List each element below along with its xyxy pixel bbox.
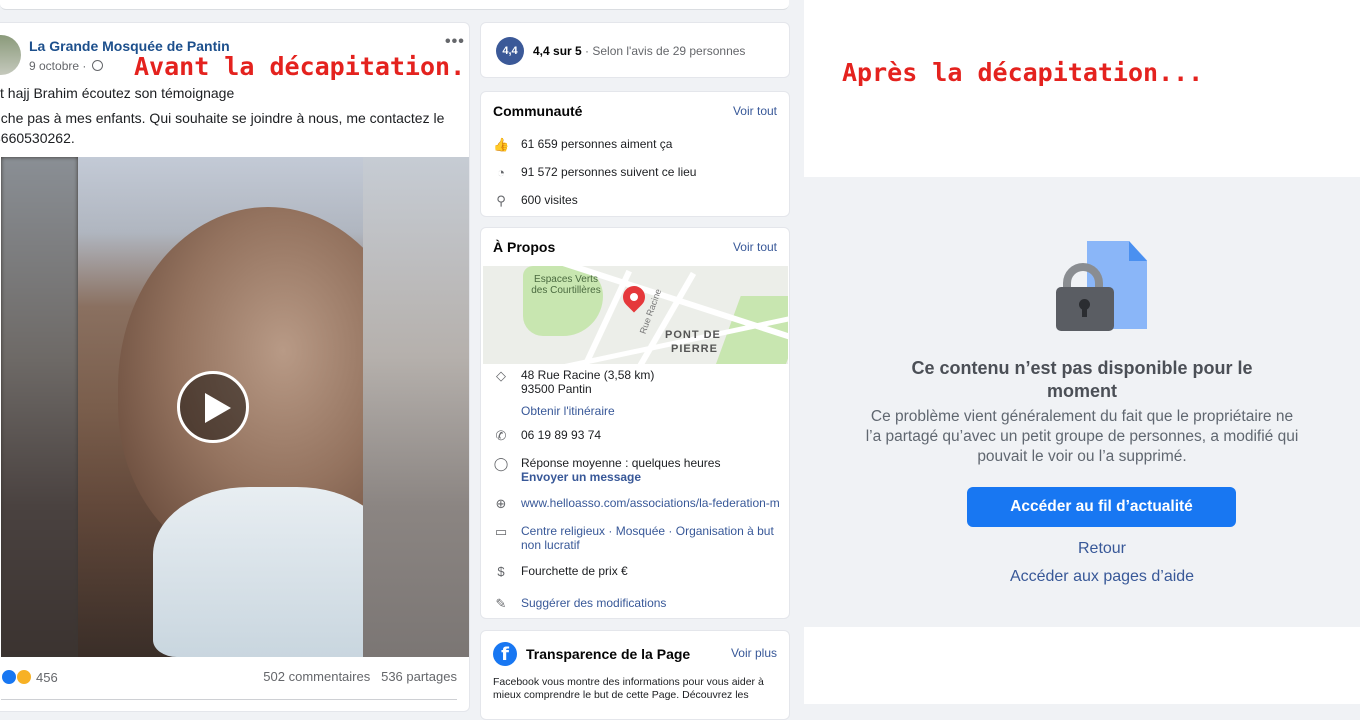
unavailable-title: Ce contenu n’est pas disponible pour le … [911,358,1253,401]
reactions-count: 456 [36,669,58,685]
post-text-line: 3660530262. [0,130,75,146]
likes-row: 👍 61 659 personnes aiment ça [493,137,673,152]
post-stats: 502 commentaires 536 partages [263,669,457,684]
visits-row: ⚲ 600 visites [493,193,577,209]
transparency-title: Transparence de la Page [526,646,691,662]
rating-card: 4,4 4,4 sur 5 · Selon l'avis de 29 perso… [480,22,790,78]
about-title: À Propos [493,239,556,255]
post-text-line: st hajj Brahim écoutez son témoignage [0,85,235,101]
sad-reaction-icon [16,669,32,685]
page-avatar[interactable] [0,35,21,75]
globe-icon [92,60,104,71]
community-title: Communauté [493,103,583,119]
location-pin-icon: ⚲ [496,193,506,208]
play-icon[interactable] [177,371,249,443]
thumbs-up-icon: 👍 [493,137,510,152]
comments-count-link[interactable]: 502 commentaires [263,669,370,684]
transparency-see-more-link[interactable]: Voir plus [731,646,777,660]
video-blur-right [363,157,469,657]
pencil-icon: ✎ [495,596,507,611]
top-strip [0,0,789,10]
video-blur-left [1,157,78,657]
directions-icon: ◇ [496,368,506,383]
followers-row: ◔ 91 572 personnes suivent ce lieu [493,165,696,181]
dollar-icon: $ [497,564,505,579]
rating-badge: 4,4 [496,37,524,65]
category-icon: ▭ [494,524,508,539]
location-map[interactable]: Espaces Verts des Courtillères Rue Racin… [483,266,788,364]
address-row: ◇ 48 Rue Racine (3,58 km) 93500 Pantin [493,368,654,396]
globe-icon: ⊕ [495,496,507,511]
facebook-logo-icon: f [493,642,517,666]
community-see-all-link[interactable]: Voir tout [733,104,777,118]
website-row[interactable]: ⊕ www.helloasso.com/associations/la-feder… [493,496,780,512]
post-date[interactable]: 9 octobre · [29,59,104,73]
map-park-label: Espaces Verts des Courtillères [531,274,601,296]
content-unavailable-panel: Ce contenu n’est pas disponible pour le … [804,177,1360,627]
price-row: $ Fourchette de prix € [493,564,627,580]
community-card: Communauté Voir tout 👍 61 659 personnes a… [480,91,790,217]
phone-row[interactable]: ✆ 06 19 89 93 74 [493,428,602,444]
unavailable-description: Ce problème vient généralement du fait q… [865,408,1299,465]
messenger-icon: ◯ [493,456,509,471]
rating-text[interactable]: 4,4 sur 5 · Selon l'avis de 29 personnes [533,44,745,58]
send-message-link[interactable]: Envoyer un message [521,470,641,484]
divider [1,699,457,700]
rss-icon: ◔ [497,165,505,180]
annotation-after: Après la décapitation... [842,58,1204,87]
transparency-description: Facebook vous montre des informations po… [493,676,764,701]
post-card: La Grande Mosquée de Pantin 9 octobre · … [0,22,470,712]
post-text-line: uche pas à mes enfants. Qui souhaite se … [0,110,445,126]
about-see-all-link[interactable]: Voir tout [733,240,777,254]
annotation-before: Avant la décapitation. [134,52,466,81]
like-reaction-icon [1,669,17,685]
directions-link[interactable]: Obtenir l'itinéraire [521,404,615,418]
about-card: À Propos Voir tout Espaces Verts des Cou… [480,227,790,619]
back-link[interactable]: Retour [804,540,1360,558]
response-row: ◯ Réponse moyenne : quelques heures Envoye… [493,456,721,484]
more-dots-icon[interactable]: ••• [445,33,465,51]
shares-count-link[interactable]: 536 partages [381,669,457,684]
map-area-label: PIERRE [671,343,718,355]
help-pages-link[interactable]: Accéder aux pages d’aide [804,568,1360,586]
suggest-edits-row[interactable]: ✎ Suggérer des modifications [493,596,667,612]
transparency-card: f Transparence de la Page Voir plus Face… [480,630,790,720]
keyhole [1082,307,1087,317]
phone-icon: ✆ [495,428,507,443]
categories-row[interactable]: ▭ Centre religieux · Mosquée · Organisati… [493,524,783,552]
video-subject-mask [153,487,363,657]
reactions-summary[interactable]: 456 [1,669,58,685]
post-video[interactable] [1,157,469,657]
go-to-feed-button[interactable]: Accéder au fil d’actualité [967,487,1236,527]
map-area-label: PONT DE [665,329,721,341]
